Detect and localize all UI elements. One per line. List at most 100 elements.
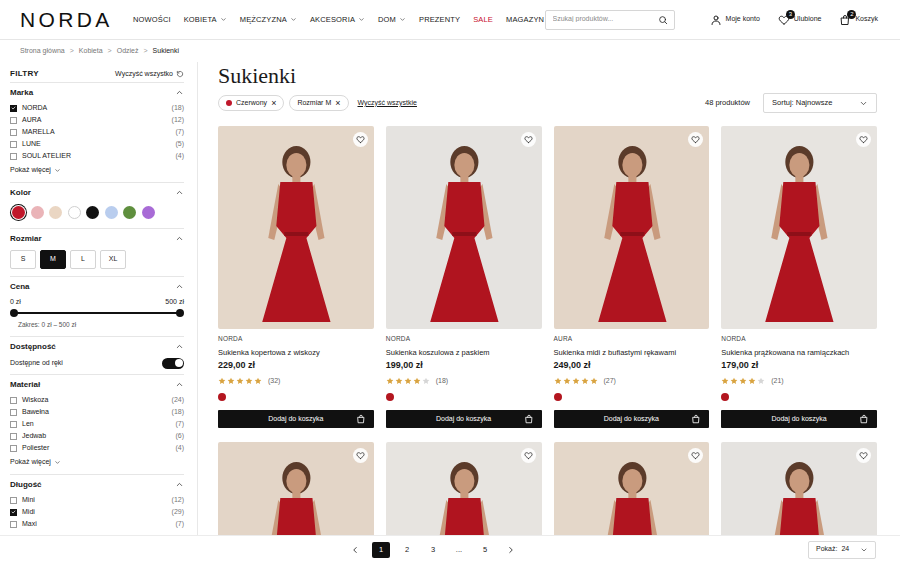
toggle-switch[interactable] bbox=[162, 358, 184, 369]
product-image[interactable] bbox=[386, 126, 542, 329]
checkbox[interactable] bbox=[10, 521, 17, 528]
option-label[interactable]: Bawełna bbox=[22, 407, 49, 418]
breadcrumb-item[interactable]: Strona główna bbox=[20, 46, 65, 57]
expand-toggle[interactable] bbox=[175, 88, 184, 97]
section-title[interactable]: Dostępność bbox=[10, 341, 56, 353]
color-swatch[interactable] bbox=[12, 206, 25, 219]
favorite-button[interactable] bbox=[856, 132, 871, 147]
favorites-link[interactable]: 3Ulubione bbox=[778, 14, 822, 26]
favorite-button[interactable] bbox=[688, 448, 703, 463]
favorites-label[interactable]: Ulubione bbox=[794, 14, 822, 25]
product-color-dot[interactable] bbox=[218, 393, 226, 401]
checkbox[interactable] bbox=[10, 129, 17, 136]
product-color-dot[interactable] bbox=[386, 393, 394, 401]
account-link[interactable]: Moje konto bbox=[710, 14, 760, 26]
checkbox[interactable] bbox=[10, 497, 17, 504]
option-label[interactable]: LUNE bbox=[22, 139, 41, 150]
filter-option[interactable]: Maxi(7) bbox=[10, 518, 184, 530]
favorite-button[interactable] bbox=[353, 448, 368, 463]
color-swatch[interactable] bbox=[105, 206, 118, 219]
checkbox[interactable] bbox=[10, 397, 17, 404]
filter-chip[interactable]: Czerwony× bbox=[218, 95, 284, 111]
option-label[interactable]: MARELLA bbox=[22, 127, 55, 138]
filter-option[interactable]: Midi(29) bbox=[10, 506, 184, 518]
nav-label[interactable]: DOM bbox=[378, 14, 396, 25]
next-page-button[interactable] bbox=[502, 542, 520, 558]
page-button[interactable]: 2 bbox=[398, 542, 416, 558]
breadcrumb-item[interactable]: Kobieta bbox=[79, 46, 103, 57]
add-to-cart-button[interactable]: Dodaj do koszyka bbox=[721, 410, 877, 428]
nav-label[interactable]: MĘŻCZYZNA bbox=[240, 14, 287, 25]
filter-option[interactable]: Bawełna(18) bbox=[10, 406, 184, 418]
favorite-button[interactable] bbox=[521, 448, 536, 463]
page-button[interactable]: 5 bbox=[476, 542, 494, 558]
nav-item[interactable]: AKCESORIA bbox=[310, 14, 365, 25]
favorite-button[interactable] bbox=[856, 448, 871, 463]
nav-label[interactable]: AKCESORIA bbox=[310, 14, 355, 25]
nav-item[interactable]: KOBIETA bbox=[184, 14, 227, 25]
sort-dropdown[interactable]: Sortuj: Najnowsze bbox=[763, 93, 877, 113]
price-slider[interactable] bbox=[14, 312, 180, 314]
filter-option[interactable]: Mini(12) bbox=[10, 494, 184, 506]
breadcrumb-item[interactable]: Sukienki bbox=[153, 46, 179, 57]
account-label[interactable]: Moje konto bbox=[726, 14, 760, 25]
show-more-label[interactable]: Pokaż więcej bbox=[10, 165, 51, 176]
expand-toggle[interactable] bbox=[175, 380, 184, 389]
nav-label[interactable]: PREZENTY bbox=[419, 14, 460, 25]
option-label[interactable]: SOUL ATELIER bbox=[22, 151, 71, 162]
prev-page-button[interactable] bbox=[346, 542, 364, 558]
section-title[interactable]: Długość bbox=[10, 479, 42, 491]
logo[interactable]: NORDA bbox=[20, 9, 120, 30]
clear-filters-link[interactable]: Wyczyść wszystkie bbox=[358, 98, 417, 109]
checkbox[interactable] bbox=[10, 421, 17, 428]
section-header[interactable]: Marka bbox=[10, 83, 184, 102]
page-button[interactable]: ... bbox=[450, 542, 468, 558]
section-header[interactable]: Cena bbox=[10, 277, 184, 296]
slider-handle[interactable] bbox=[10, 309, 18, 317]
product-card[interactable]: NORDASukienka kopertowa z wiskozy229,00 … bbox=[218, 126, 374, 428]
expand-toggle[interactable] bbox=[175, 234, 184, 243]
add-to-cart-label[interactable]: Dodaj do koszyka bbox=[604, 414, 659, 425]
breadcrumb-item[interactable]: Odzież bbox=[117, 46, 139, 57]
expand-toggle[interactable] bbox=[175, 480, 184, 489]
product-color-dot[interactable] bbox=[721, 393, 729, 401]
color-swatch[interactable] bbox=[31, 206, 44, 219]
checkbox[interactable] bbox=[10, 509, 17, 516]
section-title[interactable]: Cena bbox=[10, 281, 30, 293]
filter-option[interactable]: MARELLA(7) bbox=[10, 126, 184, 138]
checkbox[interactable] bbox=[10, 445, 17, 452]
size-button[interactable]: L bbox=[70, 250, 96, 269]
cart-label[interactable]: Koszyk bbox=[855, 14, 878, 25]
option-label[interactable]: AURA bbox=[22, 115, 41, 126]
checkbox[interactable] bbox=[10, 433, 17, 440]
option-label[interactable]: Midi bbox=[22, 507, 35, 518]
option-label[interactable]: Poliester bbox=[22, 443, 49, 454]
toggle-label[interactable]: Dostępne od ręki bbox=[10, 358, 63, 369]
section-header[interactable]: Dostępność bbox=[10, 337, 184, 356]
page-button[interactable]: 3 bbox=[424, 542, 442, 558]
nav-label[interactable]: MAGAZYN bbox=[506, 14, 544, 25]
filter-option[interactable]: NORDA(18) bbox=[10, 102, 184, 114]
add-to-cart-label[interactable]: Dodaj do koszyka bbox=[436, 414, 491, 425]
page-size-select[interactable]: Pokaż:24 bbox=[808, 541, 876, 559]
sort-label[interactable]: Sortuj: Najnowsze bbox=[772, 97, 832, 108]
nav-label[interactable]: NOWOŚCI bbox=[133, 14, 171, 25]
section-header[interactable]: Materiał bbox=[10, 375, 184, 394]
product-name[interactable]: Sukienka koszulowa z paskiem bbox=[386, 348, 490, 358]
checkbox[interactable] bbox=[10, 117, 17, 124]
filter-chip[interactable]: Rozmiar M× bbox=[289, 95, 348, 111]
toggle-row[interactable]: Dostępne od ręki bbox=[10, 356, 184, 370]
checkbox[interactable] bbox=[10, 409, 17, 416]
option-label[interactable]: Len bbox=[22, 419, 34, 430]
add-to-cart-button[interactable]: Dodaj do koszyka bbox=[218, 410, 374, 428]
option-label[interactable]: Jedwab bbox=[22, 431, 46, 442]
checkbox[interactable] bbox=[10, 105, 17, 112]
expand-toggle[interactable] bbox=[175, 188, 184, 197]
product-image[interactable] bbox=[721, 126, 877, 329]
color-swatch[interactable] bbox=[49, 206, 62, 219]
nav-item[interactable]: NOWOŚCI bbox=[133, 14, 171, 25]
show-more-label[interactable]: Pokaż więcej bbox=[10, 457, 51, 468]
show-more-link[interactable]: Pokaż więcej bbox=[10, 162, 184, 179]
section-title[interactable]: Marka bbox=[10, 87, 33, 99]
expand-toggle[interactable] bbox=[175, 282, 184, 291]
